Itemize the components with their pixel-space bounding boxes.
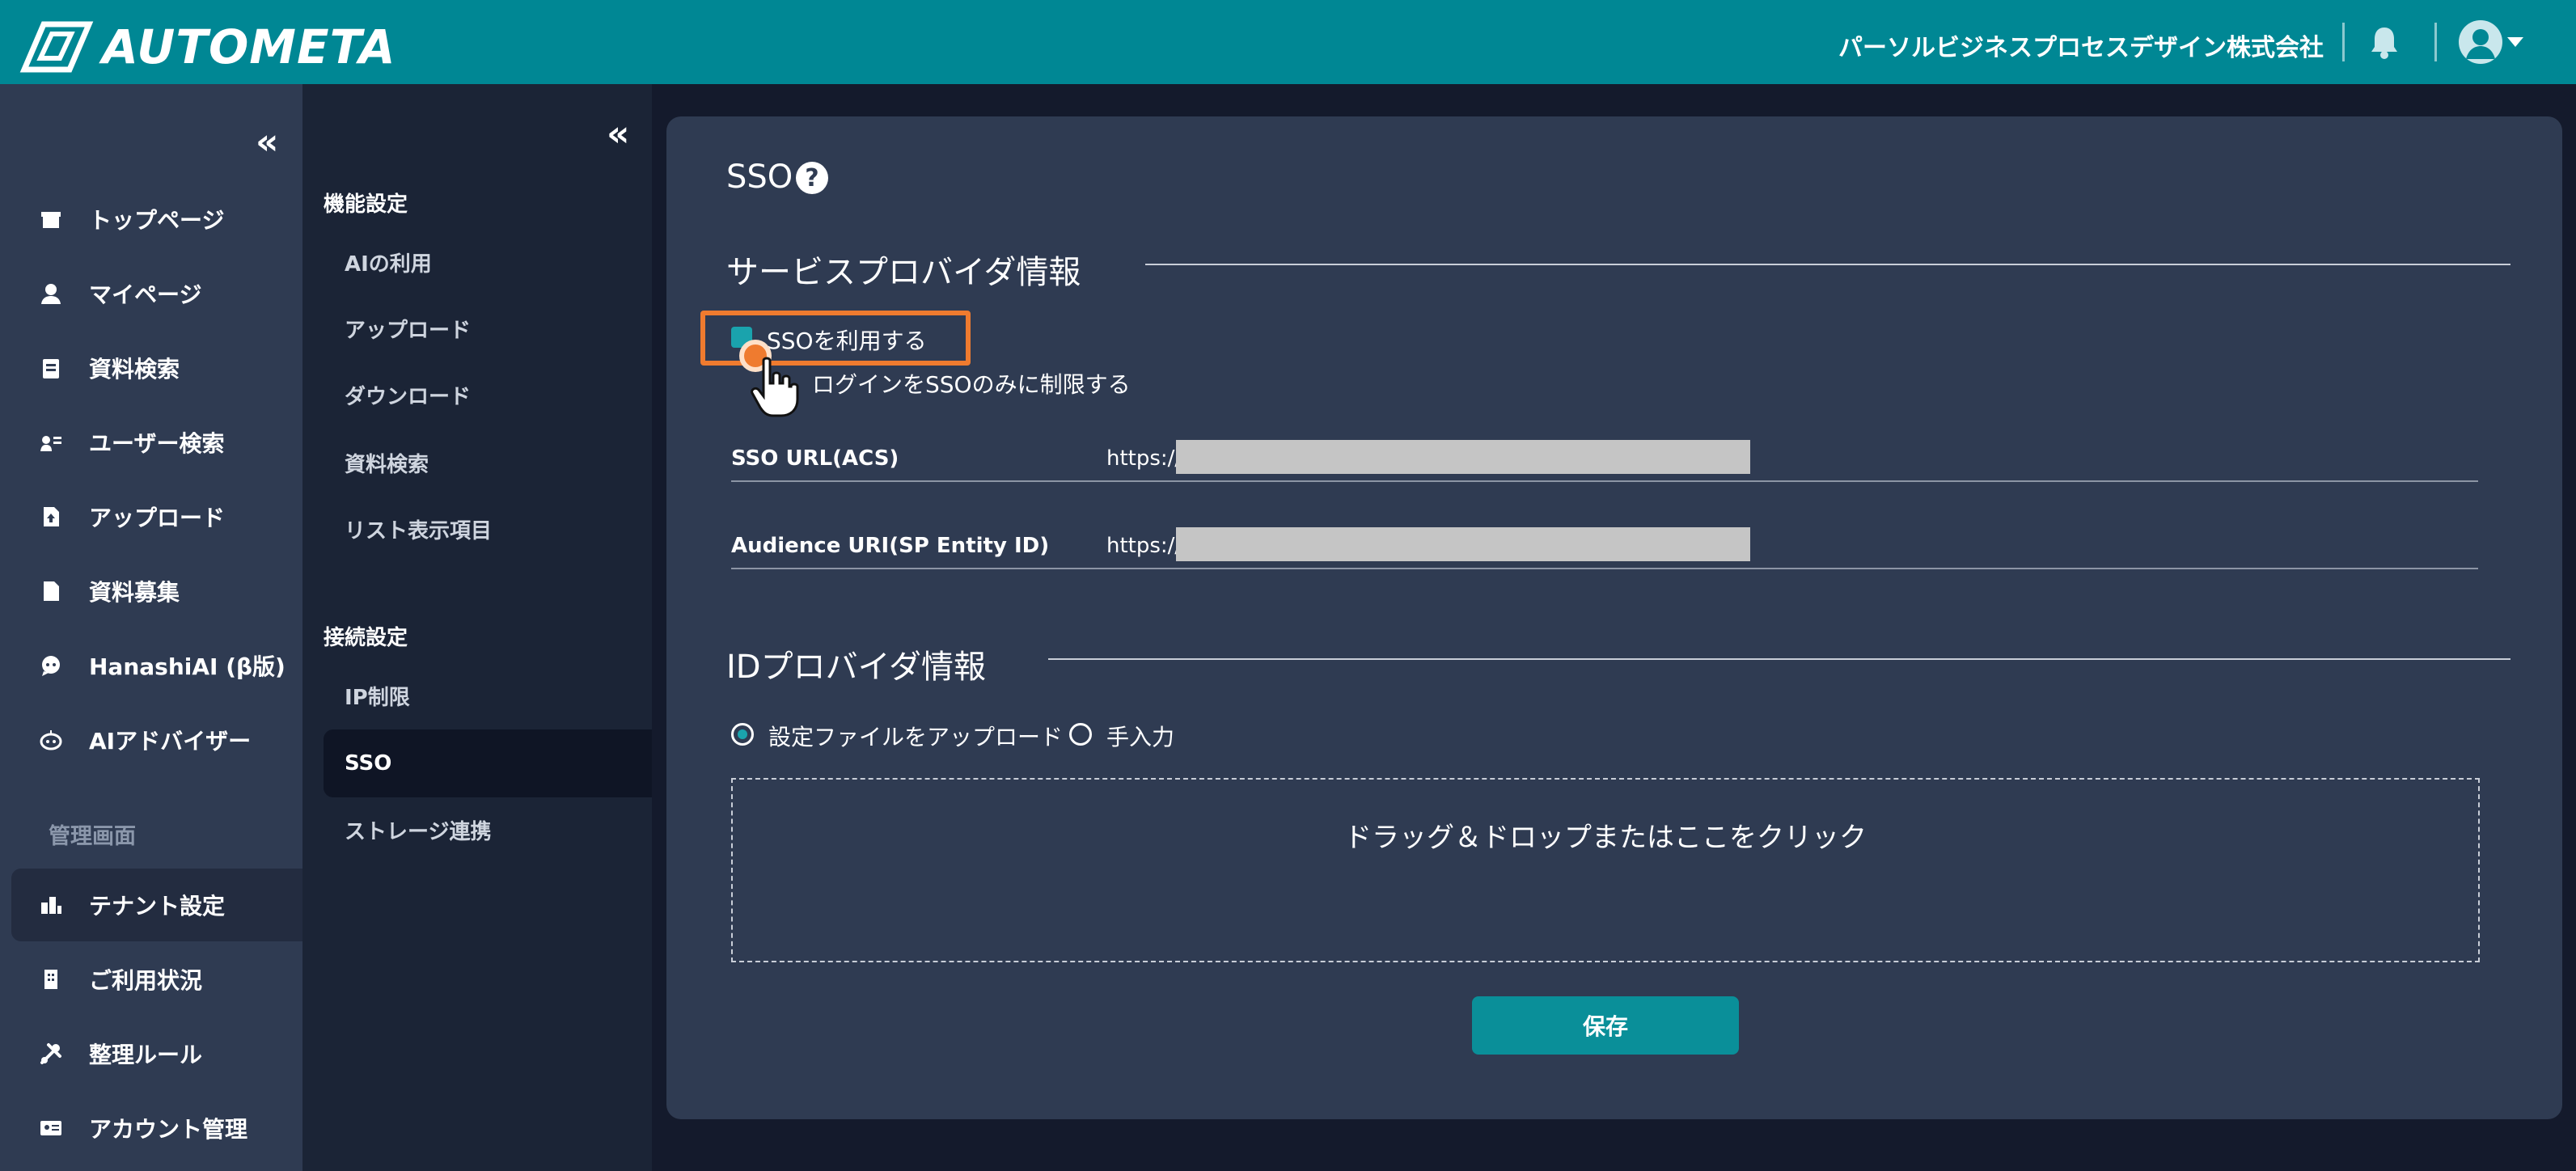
sidebar-item-label: アカウント管理 [89, 1116, 248, 1143]
header-divider [2342, 23, 2345, 61]
sidebar-item-label: 資料募集 [89, 579, 180, 606]
hand-pointer-icon [751, 357, 799, 417]
subnav-item-ai-usage[interactable]: AIの利用 [324, 228, 652, 296]
audience-uri-redacted [1176, 527, 1750, 561]
sidebar-item-tenant-settings[interactable]: テナント設定 [11, 869, 302, 941]
sidebar-item-label: HanashiAI (β版) [89, 653, 286, 680]
section-divider [1048, 658, 2510, 660]
sidebar-item-usage[interactable]: ご利用状況 [11, 943, 302, 1016]
idp-section-title: IDプロバイダ情報 [726, 649, 986, 686]
subnav-item-document-search[interactable]: 資料検索 [324, 429, 652, 497]
sso-url-redacted [1176, 440, 1750, 474]
robot-icon [37, 726, 65, 754]
sidebar-item-label: 整理ルール [89, 1042, 203, 1068]
user-search-icon [37, 429, 65, 456]
restrict-login-label[interactable]: ログインをSSOのみに制限する [812, 367, 1131, 399]
subnav-heading-connection: 接続設定 [324, 626, 408, 650]
sp-section-title: サービスプロバイダ情報 [726, 254, 1081, 291]
subnav-heading-features: 機能設定 [324, 192, 408, 217]
sidebar-item-label: 資料検索 [89, 356, 180, 383]
sidebar-item-label: ご利用状況 [89, 967, 203, 994]
subnav-item-list-display[interactable]: リスト表示項目 [324, 495, 652, 563]
bell-icon[interactable] [2367, 24, 2402, 60]
upload-config-label[interactable]: 設定ファイルをアップロード [768, 720, 1063, 752]
chat-bubble-icon [37, 652, 65, 679]
tenant-icon [37, 891, 65, 919]
sidebar-item-account-management[interactable]: アカウント管理 [11, 1092, 302, 1165]
subnav-item-storage[interactable]: ストレージ連携 [324, 796, 652, 864]
subnav-item-ip-restriction[interactable]: IP制限 [324, 662, 652, 729]
sidebar-item-rules[interactable]: 整理ルール [11, 1017, 302, 1090]
section-divider [1145, 264, 2510, 265]
id-card-icon [37, 1114, 65, 1142]
person-icon [37, 280, 65, 307]
sidebar-item-label: テナント設定 [89, 893, 226, 919]
manual-input-radio[interactable] [1069, 723, 1092, 746]
header-divider [2434, 23, 2437, 61]
audience-uri-prefix: https:// [1106, 534, 1182, 558]
sidebar-item-user-search[interactable]: ユーザー検索 [11, 406, 302, 479]
sidebar-item-document-request[interactable]: 資料募集 [11, 555, 302, 628]
sidebar-item-hanashiai[interactable]: HanashiAI (β版) [11, 629, 302, 702]
logo-mark-icon [19, 21, 94, 73]
chevron-down-icon[interactable] [2507, 37, 2523, 47]
subnav-item-sso[interactable]: SSO [324, 729, 652, 797]
save-button[interactable]: 保存 [1472, 996, 1739, 1055]
manual-input-label[interactable]: 手入力 [1106, 720, 1174, 752]
logo[interactable]: AUTOMETA [16, 19, 396, 74]
app-name: AUTOMETA [102, 19, 396, 74]
dropzone-text: ドラッグ＆ドロップまたはここをクリック [1344, 822, 1867, 854]
field-divider [731, 480, 2478, 482]
sidebar-item-document-search[interactable]: 資料検索 [11, 332, 302, 404]
audience-uri-label: Audience URI(SP Entity ID) [731, 534, 1050, 558]
file-upload-icon [37, 503, 65, 531]
sso-url-prefix: https:// [1106, 446, 1182, 471]
company-name: パーソルビジネスプロセスデザイン株式会社 [1838, 34, 2324, 62]
document-search-icon [37, 354, 65, 382]
subnav-item-download[interactable]: ダウンロード [324, 361, 652, 429]
avatar[interactable] [2459, 20, 2502, 64]
help-icon[interactable]: ? [796, 162, 828, 194]
field-divider [731, 568, 2478, 569]
sso-url-label: SSO URL(ACS) [731, 446, 899, 471]
file-icon [37, 577, 65, 605]
sidebar-item-upload[interactable]: アップロード [11, 480, 302, 553]
store-icon [37, 205, 65, 233]
building-icon [37, 966, 65, 993]
upload-config-radio[interactable] [731, 723, 754, 746]
subnav-item-upload[interactable]: アップロード [324, 294, 652, 362]
page-title: SSO [726, 159, 793, 196]
sidebar-item-ai-advisor[interactable]: AIアドバイザー [11, 704, 302, 776]
user-avatar-icon [2466, 29, 2495, 59]
collapse-subnav-button[interactable]: « [607, 113, 629, 154]
sidebar-item-top[interactable]: トップページ [11, 183, 302, 256]
sidebar-item-label: AIアドバイザー [89, 728, 252, 755]
sidebar-item-mypage[interactable]: マイページ [11, 257, 302, 330]
sidebar-item-label: アップロード [89, 505, 226, 531]
collapse-sidebar-button[interactable]: « [256, 121, 278, 163]
use-sso-label[interactable]: SSOを利用する [767, 323, 927, 356]
top-header: AUTOMETA パーソルビジネスプロセスデザイン株式会社 [0, 0, 2576, 84]
file-dropzone[interactable]: ドラッグ＆ドロップまたはここをクリック [731, 778, 2480, 962]
sidebar-item-label: トップページ [89, 207, 225, 234]
tools-icon [37, 1040, 65, 1067]
admin-section-label: 管理画面 [49, 824, 136, 849]
sidebar-item-label: ユーザー検索 [89, 430, 225, 457]
sidebar-item-label: マイページ [89, 281, 202, 308]
